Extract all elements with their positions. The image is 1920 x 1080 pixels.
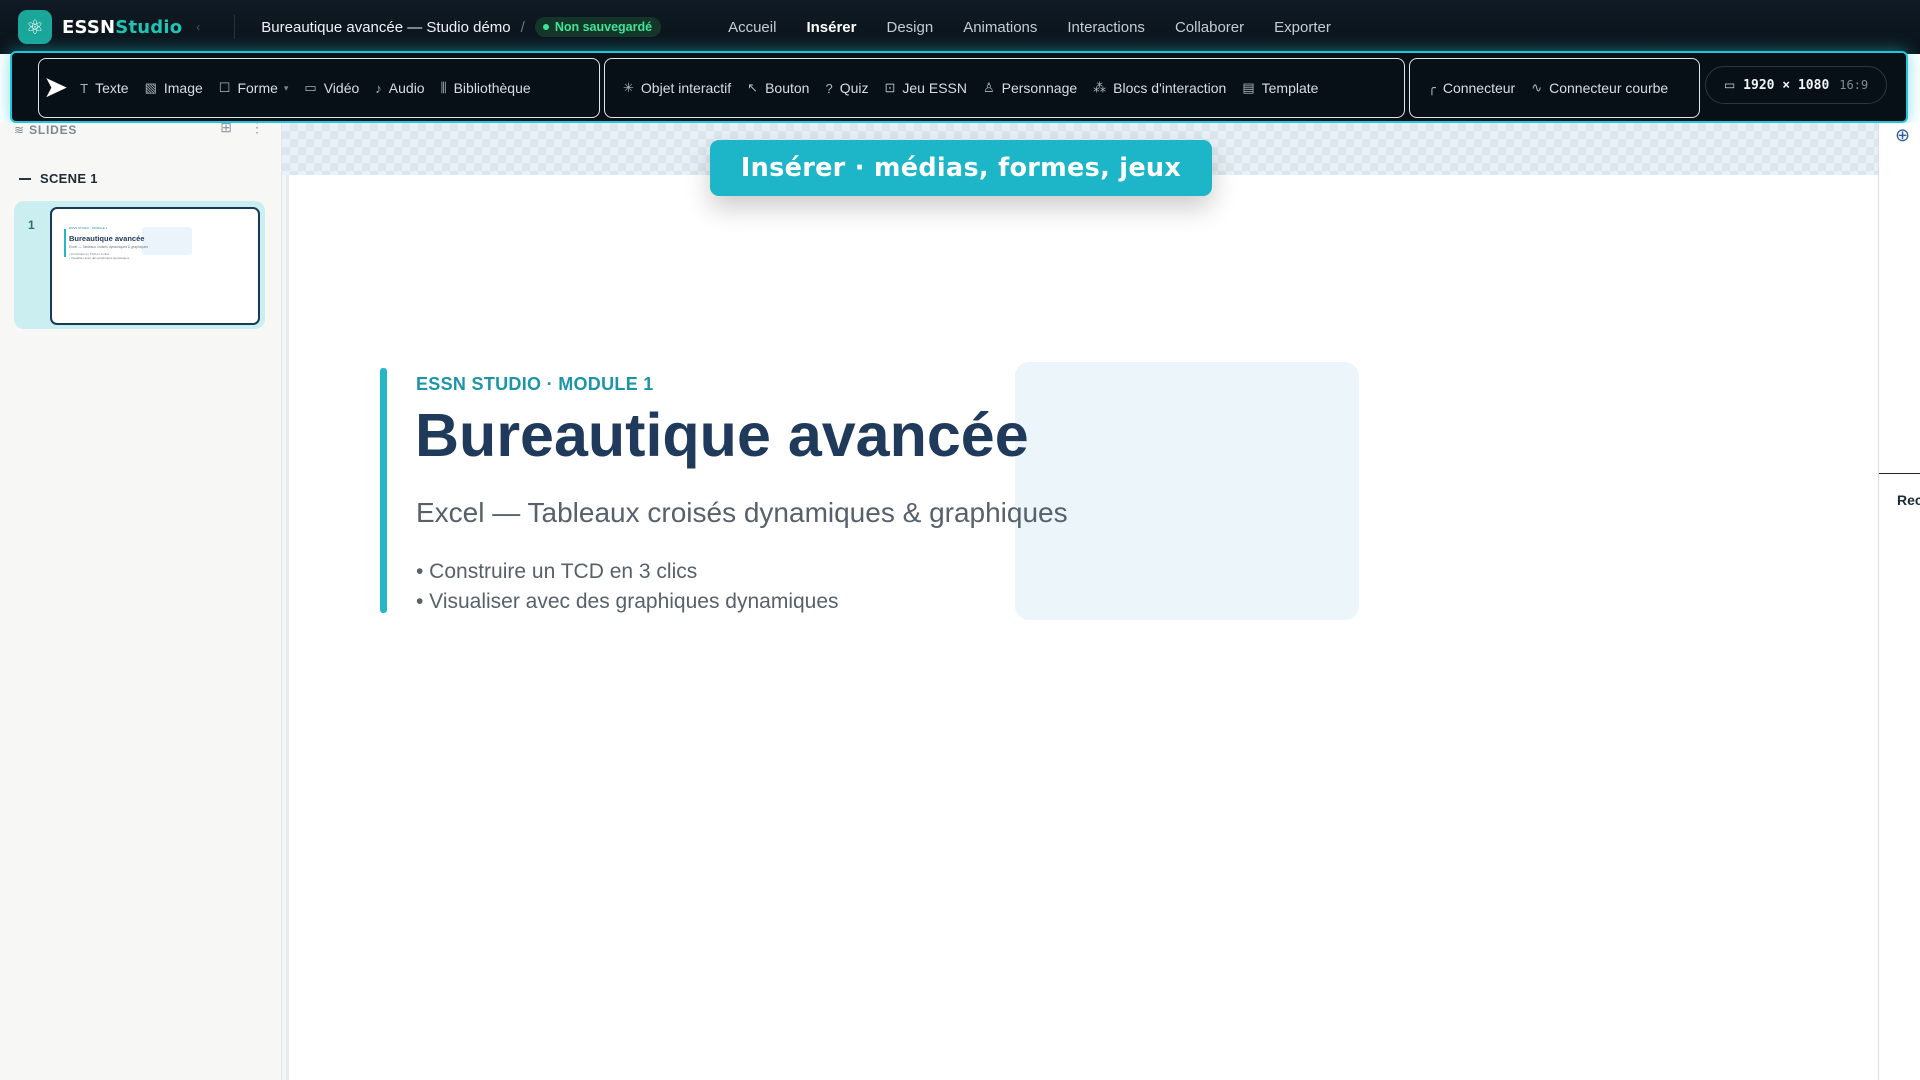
slide-subtitle[interactable]: Excel — Tableaux croisés dynamiques & gr…: [416, 497, 1068, 529]
breadcrumb-separator: /: [520, 18, 525, 36]
insert-shape-button[interactable]: ☐ Forme ▾: [211, 80, 297, 96]
microphone-icon: ♪: [375, 80, 382, 96]
menu-accueil[interactable]: Accueil: [713, 0, 791, 54]
blocks-icon: ⁂: [1093, 80, 1107, 95]
insert-button-button[interactable]: ↖ Bouton: [739, 80, 817, 96]
thumbnail-bullet: • Visualiser avec des graphiques dynamiq…: [69, 256, 130, 260]
question-icon: ?: [825, 80, 833, 96]
text-icon: T: [80, 80, 89, 96]
insert-template-button[interactable]: ▤ Template: [1234, 80, 1326, 96]
network-icon: ⚛: [18, 10, 52, 44]
chevron-left-icon[interactable]: ‹: [196, 20, 200, 34]
bullet-item: • Construire un TCD en 3 clics: [416, 560, 698, 583]
pointer-icon: ↖: [747, 80, 759, 95]
slides-header: ≋ SLIDES ⊞ ⋮: [14, 119, 264, 137]
ribbon-group-interactive: ✳ Objet interactif ↖ Bouton ? Quiz ⊡ Jeu ESS…: [604, 58, 1405, 118]
resolution-label: 1920 × 1080: [1743, 77, 1830, 93]
main-menu: Accueil Insérer Design Animations Intera…: [713, 0, 1346, 56]
video-icon: ▭: [304, 80, 317, 95]
slide-kicker[interactable]: ESSN STUDIO · MODULE 1: [416, 374, 654, 395]
layers-icon: ≋: [14, 123, 25, 137]
insert-interaction-blocks-button[interactable]: ⁂ Blocs d'interaction: [1085, 80, 1234, 96]
brand-name: ESSNStudio: [62, 16, 183, 38]
globe-icon[interactable]: ⊕: [1895, 125, 1910, 146]
slides-sidebar: ≋ SLIDES ⊞ ⋮ SCENE 1 1 ESSN STUDIO · MOD…: [0, 119, 282, 1080]
divider: [234, 15, 236, 39]
panel-label: Rec: [1897, 492, 1920, 508]
aspect-ratio-label: 16:9: [1839, 78, 1869, 92]
thumbnail-subtitle: Excel — Tableaux croisés dynamiques & gr…: [69, 245, 148, 249]
template-icon: ▤: [1242, 80, 1255, 95]
cursor-icon: ➤: [43, 71, 69, 104]
placeholder-box[interactable]: [1015, 362, 1359, 620]
bullet-item: • Visualiser avec des graphiques dynamiq…: [416, 590, 839, 613]
thumbnail-accent-bar: [64, 229, 66, 257]
image-icon: ▧: [144, 80, 157, 95]
curve-connector-icon: ∿: [1531, 80, 1543, 95]
insert-interactive-object-button[interactable]: ✳ Objet interactif: [615, 80, 739, 96]
sparkle-icon: ✳: [623, 80, 634, 95]
slides-title: SLIDES: [29, 123, 78, 137]
slide-number: 1: [28, 218, 35, 232]
chevron-down-icon: ▾: [283, 82, 289, 93]
slide-bullets[interactable]: • Construire un TCD en 3 clics • Visuali…: [416, 557, 839, 617]
slides-actions: ⊞ ⋮: [220, 119, 264, 136]
library-icon: ⫼: [440, 80, 447, 95]
thumbnail-kicker: ESSN STUDIO · MODULE 1: [69, 226, 108, 230]
insert-library-button[interactable]: ⫼ Bibliothèque: [433, 80, 539, 96]
canvas-size-selector[interactable]: ▭ 1920 × 1080 16:9: [1705, 66, 1887, 104]
thumbnail-placeholder-box: [142, 227, 192, 255]
slide-canvas[interactable]: [286, 175, 1878, 1080]
menu-design[interactable]: Design: [871, 0, 948, 54]
save-status-label: Non sauvegardé: [554, 20, 653, 34]
insert-character-button[interactable]: ♙ Personnage: [975, 80, 1085, 96]
monitor-icon: ▭: [1723, 78, 1736, 92]
person-icon: ♙: [982, 80, 995, 95]
scene-title: SCENE 1: [40, 171, 98, 186]
slide-thumbnail-item[interactable]: 1 ESSN STUDIO · MODULE 1 Bureautique ava…: [14, 201, 265, 329]
slide-thumbnail[interactable]: ESSN STUDIO · MODULE 1 Bureautique avanc…: [50, 207, 260, 325]
menu-exporter[interactable]: Exporter: [1259, 0, 1346, 54]
scene-header[interactable]: SCENE 1: [19, 171, 98, 186]
ribbon-tooltip: Insérer · médias, formes, jeux: [710, 140, 1212, 196]
accent-bar: [380, 368, 387, 613]
panel-divider: [1879, 473, 1920, 474]
shape-icon: ☐: [218, 80, 231, 95]
canvas-ruler: [286, 175, 289, 1080]
save-status-badge: Non sauvegardé: [534, 17, 662, 37]
insert-video-button[interactable]: ▭ Vidéo: [296, 80, 367, 96]
top-bar: ⚛ ESSNStudio ‹ Bureautique avancée — Stu…: [0, 0, 1920, 56]
menu-inserer[interactable]: Insérer: [791, 0, 871, 56]
menu-collaborer[interactable]: Collaborer: [1160, 0, 1259, 54]
thumbnail-title: Bureautique avancée: [69, 234, 145, 243]
gamepad-icon: ⊡: [884, 80, 896, 95]
insert-ribbon: ➤ T Texte ▧ Image ☐ Forme ▾ ▭ Vidéo ♪ Audio ⫼ B…: [10, 51, 1908, 123]
menu-interactions[interactable]: Interactions: [1052, 0, 1160, 54]
document-title[interactable]: Bureautique avancée — Studio démo: [261, 19, 510, 36]
insert-image-button[interactable]: ▧ Image: [137, 80, 211, 96]
insert-connector-button[interactable]: ╭ Connecteur: [1420, 80, 1523, 96]
insert-game-button[interactable]: ⊡ Jeu ESSN: [876, 80, 975, 96]
insert-curve-connector-button[interactable]: ∿ Connecteur courbe: [1523, 80, 1676, 96]
status-dot: [542, 24, 549, 30]
more-icon[interactable]: ⋮: [250, 119, 264, 136]
insert-audio-button[interactable]: ♪ Audio: [367, 80, 432, 96]
properties-panel: ⊕ Rec: [1878, 123, 1920, 1080]
add-slide-icon[interactable]: ⊞: [220, 119, 232, 136]
collapse-icon: [19, 177, 31, 180]
insert-text-button[interactable]: T Texte: [72, 80, 136, 96]
insert-quiz-button[interactable]: ? Quiz: [817, 80, 876, 96]
ribbon-group-media: ➤ T Texte ▧ Image ☐ Forme ▾ ▭ Vidéo ♪ Audio ⫼ B…: [38, 58, 600, 118]
slide-title[interactable]: Bureautique avancée: [415, 400, 1029, 470]
logo[interactable]: ⚛ ESSNStudio: [18, 10, 182, 44]
menu-animations[interactable]: Animations: [948, 0, 1052, 54]
connector-icon: ╭: [1428, 80, 1436, 95]
ribbon-group-connectors: ╭ Connecteur ∿ Connecteur courbe: [1409, 58, 1700, 118]
